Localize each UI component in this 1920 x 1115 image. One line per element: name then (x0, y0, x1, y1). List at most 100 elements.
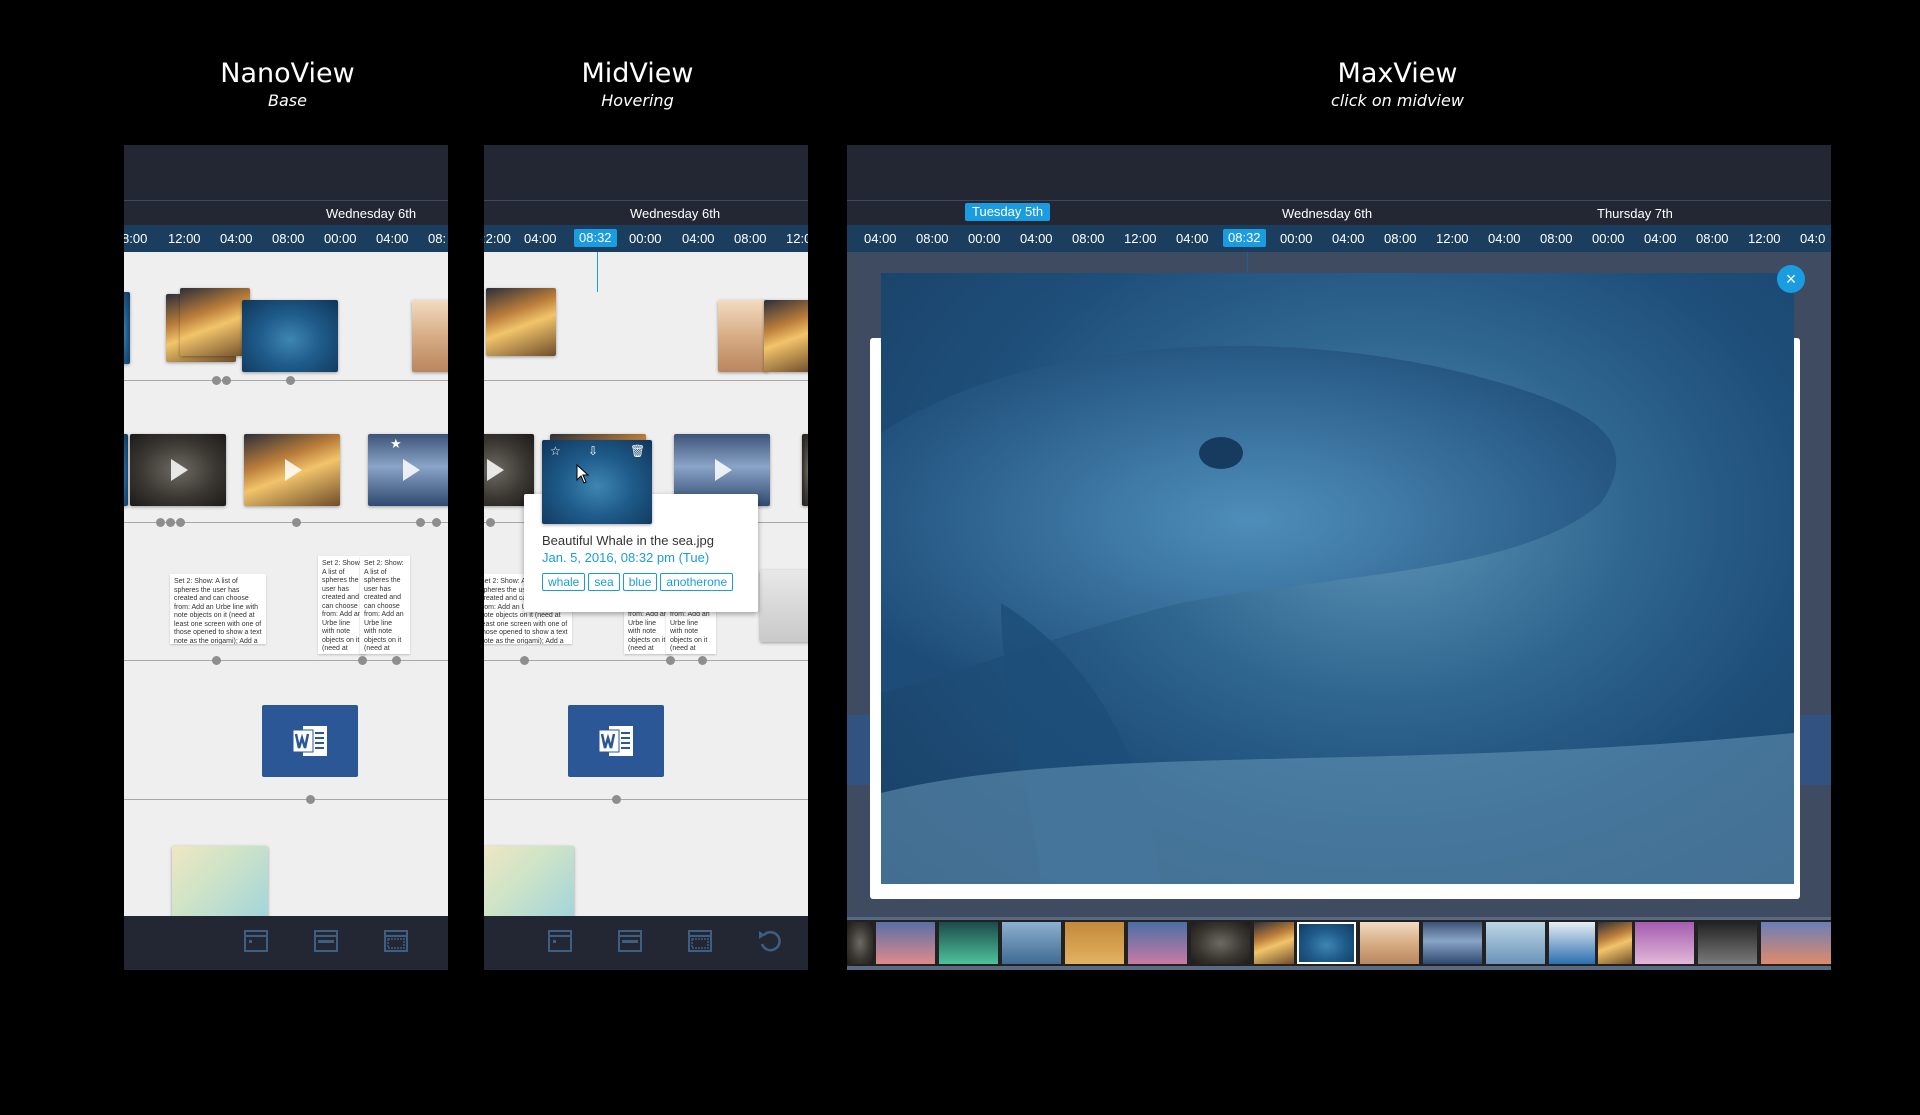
tag-chip[interactable]: anotherone (660, 573, 734, 591)
time-tick: 12:00 (1436, 231, 1469, 246)
timeline-dot[interactable] (432, 518, 441, 527)
image-thumbnail[interactable] (180, 288, 250, 356)
word-document[interactable] (262, 705, 358, 777)
nanoview-panel: Wednesday 6th 8:00 12:00 04:00 08:00 00:… (124, 145, 448, 970)
calendar-day-icon[interactable] (242, 926, 270, 954)
date-label-current[interactable]: Wednesday 6th (1282, 206, 1372, 221)
media-viewer-image[interactable] (881, 273, 1794, 884)
calendar-week-icon[interactable] (616, 926, 644, 954)
strip-thumbnail[interactable] (1598, 922, 1632, 964)
date-label-prev[interactable]: Tuesday 5th (965, 203, 1051, 221)
time-tick: :2:00 (484, 231, 511, 246)
strip-thumbnail[interactable] (876, 922, 935, 964)
timeline-dot[interactable] (306, 795, 315, 804)
midview-panel: Wednesday 6th :2:00 04:00 08:32 00:00 04… (484, 145, 808, 970)
timeline-dot[interactable] (176, 518, 185, 527)
strip-thumbnail[interactable] (847, 922, 873, 964)
time-tick: 04:00 (864, 231, 897, 246)
date-label[interactable]: Wednesday 6th (326, 206, 416, 221)
current-time-marker[interactable]: 08:32 (574, 229, 617, 247)
date-label[interactable]: Wednesday 6th (630, 206, 720, 221)
current-time-marker[interactable]: 08:32 (1223, 229, 1266, 247)
strip-thumbnail[interactable] (1360, 922, 1419, 964)
time-ruler[interactable]: 04:00 08:00 00:00 04:00 08:00 12:00 04:0… (847, 225, 1831, 252)
time-tick: 04:00 (1176, 231, 1209, 246)
timeline-dot[interactable] (486, 518, 495, 527)
calendar-month-icon[interactable] (686, 926, 714, 954)
calendar-month-icon[interactable] (382, 926, 410, 954)
calendar-day-icon[interactable] (546, 926, 574, 954)
strip-thumbnail[interactable] (1254, 922, 1294, 964)
timeline-dot[interactable] (222, 376, 231, 385)
time-tick: 08:00 (1696, 231, 1729, 246)
tag-chip[interactable]: blue (622, 573, 658, 591)
time-ruler[interactable]: 8:00 12:00 04:00 08:00 00:00 04:00 08: (124, 225, 448, 252)
video-thumbnail[interactable]: ★ (368, 434, 448, 506)
time-tick: 04:00 (682, 231, 715, 246)
video-thumbnail[interactable] (124, 434, 128, 506)
time-cursor-line (597, 252, 598, 292)
time-tick: 12:00 (1124, 231, 1157, 246)
strip-thumbnail-selected[interactable] (1297, 922, 1356, 964)
strip-thumbnail[interactable] (1002, 922, 1061, 964)
time-ruler[interactable]: :2:00 04:00 08:32 00:00 04:00 08:00 12:0 (484, 225, 808, 252)
strip-thumbnail[interactable] (1423, 922, 1482, 964)
timeline-dot[interactable] (416, 518, 425, 527)
image-thumbnail[interactable] (718, 300, 768, 372)
map-thumbnail[interactable] (172, 846, 268, 916)
timeline-dot[interactable] (166, 518, 175, 527)
image-thumbnail[interactable] (242, 300, 338, 372)
map-thumbnail[interactable] (484, 846, 574, 916)
strip-thumbnail[interactable] (1128, 922, 1187, 964)
time-tick: 08:00 (1384, 231, 1417, 246)
strip-thumbnail[interactable] (1761, 922, 1831, 964)
text-note[interactable]: Set 2: Show: A list of spheres the user … (318, 556, 366, 654)
video-thumbnail[interactable] (802, 434, 808, 506)
timeline-dot[interactable] (212, 656, 221, 665)
text-note[interactable]: Set 2: Show: A list of spheres the user … (170, 574, 266, 644)
timeline-dot[interactable] (358, 656, 367, 665)
hovered-image-thumbnail[interactable]: ☆ ⇩ 🗑 (542, 440, 652, 524)
trash-icon[interactable]: 🗑 (630, 444, 645, 458)
star-icon[interactable]: ☆ (550, 444, 561, 458)
image-thumbnail[interactable] (764, 300, 808, 372)
timeline-dot[interactable] (292, 518, 301, 527)
image-thumbnail[interactable] (124, 292, 130, 364)
undo-icon[interactable] (756, 926, 784, 954)
timeline-content[interactable]: Set 2: Show: A list of spheres the user … (484, 252, 808, 916)
document-thumbnail[interactable] (760, 570, 808, 642)
video-thumbnail[interactable] (130, 434, 226, 506)
video-thumbnail[interactable] (244, 434, 340, 506)
word-document[interactable] (568, 705, 664, 777)
strip-thumbnail[interactable] (939, 922, 998, 964)
timeline-content[interactable]: ★ Set 2: Show: A list of spheres the use… (124, 252, 448, 916)
timeline-dot[interactable] (156, 518, 165, 527)
calendar-week-icon[interactable] (312, 926, 340, 954)
download-icon[interactable]: ⇩ (588, 444, 598, 458)
timeline-dot[interactable] (666, 656, 675, 665)
date-label-next[interactable]: Thursday 7th (1597, 206, 1673, 221)
strip-thumbnail[interactable] (1486, 922, 1545, 964)
strip-thumbnail[interactable] (1698, 922, 1757, 964)
tag-chip[interactable]: whale (542, 573, 586, 591)
strip-thumbnail[interactable] (1191, 922, 1250, 964)
strip-thumbnail[interactable] (1065, 922, 1124, 964)
strip-thumbnail[interactable] (1549, 922, 1595, 964)
timeline-dot[interactable] (520, 656, 529, 665)
play-icon (715, 459, 732, 481)
close-icon[interactable]: × (1777, 265, 1805, 293)
strip-thumbnail[interactable] (1635, 922, 1694, 964)
timeline-dot[interactable] (286, 376, 295, 385)
image-thumbnail[interactable] (412, 300, 448, 372)
maxview-panel: Tuesday 5th Wednesday 6th Thursday 7th 0… (847, 145, 1831, 970)
play-icon (487, 459, 504, 481)
timeline-dot[interactable] (212, 376, 221, 385)
image-thumbnail[interactable] (486, 288, 556, 356)
timeline-dot[interactable] (612, 795, 621, 804)
text-note[interactable]: Set 2: Show: A list of spheres the user … (360, 556, 410, 654)
timeline-dot[interactable] (392, 656, 401, 665)
timeline-dot[interactable] (698, 656, 707, 665)
thumbnail-strip[interactable] (847, 920, 1831, 966)
time-tick: 12:0 (786, 231, 808, 246)
tag-chip[interactable]: sea (588, 573, 620, 591)
